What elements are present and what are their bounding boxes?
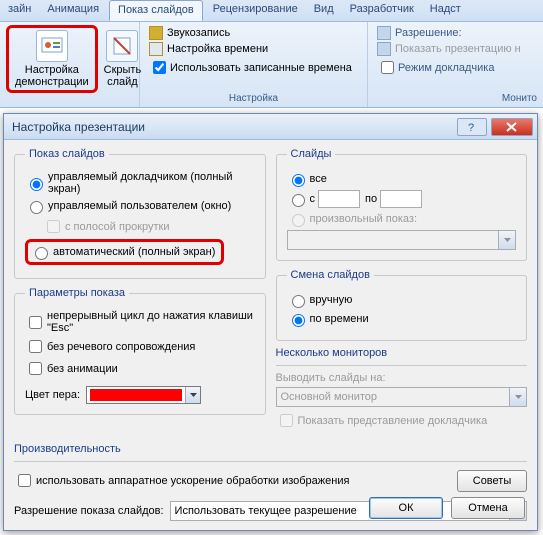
loop-label: непрерывный цикл до нажатия клавиши "Esc…	[47, 310, 255, 334]
radio-custom-show: произвольный показ:	[287, 211, 517, 227]
from-label: с	[310, 193, 316, 205]
group-setup-label: Настройка	[146, 91, 361, 104]
all-label: все	[310, 173, 327, 185]
presenter-view-label: Показать представление докладчика	[298, 415, 488, 427]
chevron-down-icon	[498, 231, 515, 249]
no-narration-label: без речевого сопровождения	[47, 341, 195, 353]
radio-presenter[interactable]: управляемый докладчиком (полный экран)	[25, 171, 255, 195]
record-label: Звукозапись	[167, 27, 230, 39]
tab-view[interactable]: Вид	[306, 0, 342, 21]
scrollbar-checkbox: с полосой прокрутки	[43, 217, 255, 236]
radio-browsed-label: управляемый пользователем (окно)	[48, 200, 231, 212]
tab-slideshow[interactable]: Показ слайдов	[109, 0, 203, 21]
monitor-combo: Основной монитор	[276, 387, 528, 407]
tips-button[interactable]: Советы	[457, 470, 527, 492]
performance-legend: Производительность	[14, 443, 527, 455]
radio-kiosk[interactable]: автоматический (полный экран)	[25, 239, 224, 265]
ribbon-tabs: зайн Анимация Показ слайдов Рецензирован…	[0, 0, 543, 22]
hide-l2: слайд	[107, 76, 138, 88]
svg-text:?: ?	[468, 122, 474, 132]
presenter-view-checkbox[interactable]: Режим докладчика	[374, 57, 537, 78]
no-animation-label: без анимации	[47, 363, 118, 375]
hide-l1: Скрыть	[104, 64, 142, 76]
hw-accel-checkbox[interactable]: использовать аппаратное ускорение обрабо…	[14, 471, 449, 490]
hw-accel-label: использовать аппаратное ускорение обрабо…	[36, 475, 349, 487]
radio-timings[interactable]: по времени	[287, 311, 517, 327]
resolution-value: Использовать текущее разрешение	[175, 505, 357, 517]
radio-all-slides[interactable]: все	[287, 171, 517, 187]
timings-label: по времени	[310, 313, 369, 325]
presenter-check[interactable]	[381, 61, 394, 74]
options-legend: Параметры показа	[25, 287, 129, 299]
manual-label: вручную	[310, 294, 353, 306]
monitor-icon	[377, 42, 391, 56]
close-button[interactable]	[491, 118, 533, 136]
hide-slide-icon	[106, 30, 138, 62]
radio-range-slides[interactable]: с по	[287, 190, 517, 208]
record-narration-button[interactable]: Звукозапись	[146, 25, 361, 41]
setup-l1: Настройка	[25, 64, 79, 76]
pen-color-picker[interactable]	[86, 386, 201, 404]
chevron-down-icon	[185, 387, 200, 403]
group-monitor-label: Монито	[374, 91, 537, 104]
no-animation-checkbox[interactable]: без анимации	[25, 359, 255, 378]
radio-manual[interactable]: вручную	[287, 292, 517, 308]
cancel-button[interactable]: Отмена	[451, 497, 525, 519]
show-type-legend: Показ слайдов	[25, 148, 109, 160]
setup-l2: демонстрации	[15, 76, 89, 88]
monitors-legend: Несколько мониторов	[276, 347, 528, 359]
tab-animation[interactable]: Анимация	[39, 0, 107, 21]
slides-group: Слайды все с по произвольный показ:	[276, 148, 528, 261]
presenter-label: Режим докладчика	[398, 62, 494, 74]
microphone-icon	[149, 26, 163, 40]
custom-show-combo	[287, 230, 517, 250]
tab-design[interactable]: зайн	[0, 0, 39, 21]
ribbon: Настройкадемонстрации Скрытьслайд Звукоз…	[0, 22, 543, 108]
setup-show-dialog: Настройка презентации ? Показ слайдов уп…	[3, 113, 538, 531]
to-label: по	[365, 193, 377, 205]
show-options-group: Параметры показа непрерывный цикл до наж…	[14, 287, 266, 415]
to-input[interactable]	[380, 190, 422, 208]
use-recorded-label: Использовать записанные времена	[170, 62, 352, 74]
no-narration-checkbox[interactable]: без речевого сопровождения	[25, 337, 255, 356]
display-on-label: Выводить слайды на:	[276, 372, 528, 384]
resolution-label: Разрешение:	[395, 27, 462, 39]
chevron-down-icon	[509, 388, 526, 406]
titlebar: Настройка презентации ?	[4, 114, 537, 140]
from-input[interactable]	[318, 190, 360, 208]
pen-swatch	[90, 389, 182, 401]
loop-checkbox[interactable]: непрерывный цикл до нажатия клавиши "Esc…	[25, 310, 255, 334]
radio-kiosk-label: автоматический (полный экран)	[53, 246, 215, 258]
tab-addins[interactable]: Надст	[422, 0, 469, 21]
ok-button[interactable]: ОК	[369, 497, 443, 519]
setup-slideshow-button[interactable]: Настройкадемонстрации	[6, 25, 98, 93]
radio-browsed[interactable]: управляемый пользователем (окно)	[25, 198, 255, 214]
pen-color-label: Цвет пера:	[25, 389, 80, 401]
help-button[interactable]: ?	[457, 118, 487, 136]
show-on-label: Показать презентацию н	[395, 43, 521, 55]
presenter-view-checkbox: Показать представление докладчика	[276, 411, 528, 430]
slides-legend: Слайды	[287, 148, 336, 160]
show-type-group: Показ слайдов управляемый докладчиком (п…	[14, 148, 266, 279]
monitor-value: Основной монитор	[281, 391, 378, 403]
resolution-row[interactable]: Разрешение:	[374, 25, 537, 41]
use-recorded-checkbox[interactable]: Использовать записанные времена	[146, 57, 361, 78]
advance-legend: Смена слайдов	[287, 269, 374, 281]
dialog-title: Настройка презентации	[12, 120, 457, 134]
advance-group: Смена слайдов вручную по времени	[276, 269, 528, 341]
tab-review[interactable]: Рецензирование	[205, 0, 306, 21]
monitor-icon	[377, 26, 391, 40]
scrollbar-label: с полосой прокрутки	[65, 221, 169, 233]
rehearse-timings-button[interactable]: Настройка времени	[146, 41, 361, 57]
setup-slideshow-icon	[36, 30, 68, 62]
tab-developer[interactable]: Разработчик	[342, 0, 422, 21]
clock-icon	[149, 42, 163, 56]
custom-label: произвольный показ:	[310, 213, 418, 225]
rehearse-label: Настройка времени	[167, 43, 268, 55]
use-recorded-check[interactable]	[153, 61, 166, 74]
radio-presenter-label: управляемый докладчиком (полный экран)	[48, 171, 255, 195]
resolution-label: Разрешение показа слайдов:	[14, 505, 164, 517]
show-on-row: Показать презентацию н	[374, 41, 537, 57]
